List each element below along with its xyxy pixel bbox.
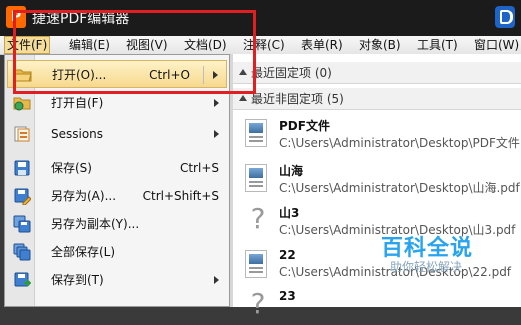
window-title: 捷速PDF编辑器	[32, 11, 130, 27]
pdf-thumbnail-icon	[245, 119, 267, 147]
recent-files-panel: 最近固定项 (0) 最近非固定项 (5) PDF文件 C:\Users\Admi…	[230, 54, 521, 320]
file-name: 山3	[279, 206, 300, 220]
folder-globe-icon	[13, 94, 31, 112]
pdf-thumbnail-icon	[245, 164, 267, 192]
menu-item-save[interactable]: 保存(S) Ctrl+S	[7, 154, 227, 182]
menu-comment[interactable]: 注释(C)	[243, 36, 285, 54]
unknown-file-icon: ?	[250, 287, 266, 320]
save-icon	[13, 159, 31, 177]
menu-item-label: 另存为(A)...	[51, 189, 117, 203]
pinned-section-header[interactable]: 最近固定项 (0)	[233, 62, 521, 84]
section-title: 最近固定项 (0)	[251, 66, 332, 80]
menu-edit[interactable]: 编辑(E)	[69, 36, 110, 54]
menu-item-save-copy[interactable]: 另存为副本(Y)...	[7, 210, 227, 238]
save-as-icon	[13, 187, 31, 205]
menu-item-shortcut: Ctrl+Shift+S	[142, 189, 219, 203]
menu-view[interactable]: 视图(V)	[126, 36, 168, 54]
menu-item-label: 保存(S)	[51, 161, 92, 175]
app-logo-icon: P	[6, 6, 26, 28]
menu-item-label: 打开自(F)	[51, 96, 104, 110]
file-name: 23	[279, 289, 296, 303]
submenu-separator	[203, 66, 204, 84]
menu-item-shortcut: Ctrl+O	[149, 68, 190, 82]
recent-file-item[interactable]: 22 C:\Users\Administrator\Desktop\22.pdf	[233, 244, 521, 284]
unpinned-section-header[interactable]: 最近非固定项 (5)	[233, 88, 521, 110]
menu-window[interactable]: 窗口(W)	[474, 36, 519, 54]
file-name: PDF文件	[279, 119, 330, 133]
save-to-icon	[13, 271, 31, 289]
recent-file-item[interactable]: PDF文件 C:\Users\Administrator\Desktop\PDF…	[233, 113, 521, 153]
brand-p-icon	[495, 6, 515, 28]
file-name: 22	[279, 248, 296, 262]
menu-item-label: 保存到(T)	[51, 273, 104, 287]
title-bar: P 捷速PDF编辑器	[0, 0, 521, 36]
menu-item-label: 全部保存(L)	[51, 245, 116, 259]
recent-file-item[interactable]: 山海 C:\Users\Administrator\Desktop\山海.pdf	[233, 158, 521, 198]
menu-item-label: 打开(O)...	[52, 68, 107, 82]
menu-form[interactable]: 表单(R)	[301, 36, 343, 54]
recent-file-item[interactable]: ? 23	[233, 285, 521, 325]
save-all-icon	[13, 243, 31, 261]
submenu-arrow-icon	[214, 130, 219, 138]
submenu-arrow-icon	[214, 276, 219, 284]
menu-item-sessions[interactable]: Sessions	[7, 120, 227, 148]
collapse-triangle-icon	[239, 95, 247, 101]
menu-item-label: 另存为副本(Y)...	[51, 217, 140, 231]
unknown-file-icon: ?	[250, 202, 266, 235]
menu-item-open[interactable]: 打开(O)... Ctrl+O	[7, 60, 227, 88]
menu-item-open-from[interactable]: 打开自(F)	[7, 89, 227, 117]
file-menu-dropdown: 打开(O)... Ctrl+O 打开自(F) Sessions 保存(S) Ct…	[4, 54, 230, 307]
menu-document[interactable]: 文档(D)	[184, 36, 227, 54]
recent-file-item[interactable]: ? 山3 C:\Users\Administrator\Desktop\山3.p…	[233, 200, 521, 240]
file-path: C:\Users\Administrator\Desktop\山海.pdf	[279, 181, 520, 195]
section-title: 最近非固定项 (5)	[251, 92, 344, 106]
menu-bar: 文件(F) 编辑(E) 视图(V) 文档(D) 注释(C) 表单(R) 对象(B…	[0, 36, 521, 55]
menu-item-save-as[interactable]: 另存为(A)... Ctrl+Shift+S	[7, 182, 227, 210]
pdf-thumbnail-icon	[245, 250, 267, 278]
file-name: 山海	[279, 164, 304, 178]
menu-item-shortcut: Ctrl+S	[179, 161, 219, 175]
menu-item-save-to[interactable]: 保存到(T)	[7, 266, 227, 294]
folder-open-icon	[14, 66, 32, 84]
menu-tools[interactable]: 工具(T)	[417, 36, 458, 54]
save-copy-icon	[13, 215, 31, 233]
menu-object[interactable]: 对象(B)	[359, 36, 401, 54]
menu-item-label: Sessions	[51, 127, 104, 141]
menu-item-save-all[interactable]: 全部保存(L)	[7, 238, 227, 266]
sessions-icon	[13, 125, 31, 143]
submenu-arrow-icon	[214, 99, 219, 107]
watermark-subtitle: 助你轻松解决	[390, 260, 463, 274]
collapse-triangle-icon	[239, 69, 247, 75]
submenu-arrow-icon	[213, 71, 218, 79]
menu-file[interactable]: 文件(F)	[4, 36, 51, 54]
file-path: C:\Users\Administrator\Desktop\PDF文件.	[279, 136, 521, 150]
